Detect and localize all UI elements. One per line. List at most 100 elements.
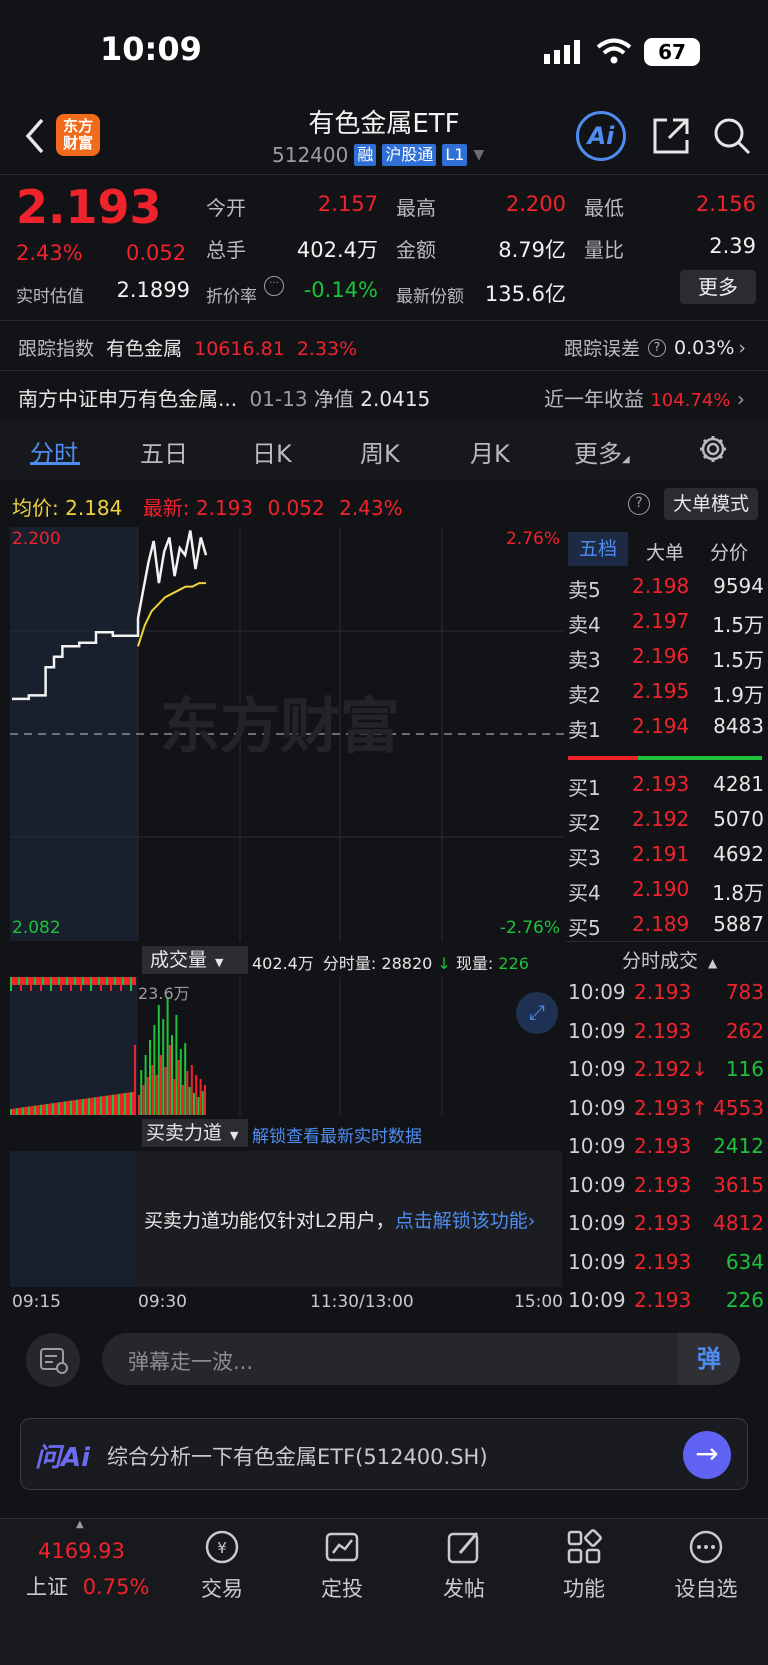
index-row[interactable]: 上证 0.75% — [26, 1571, 149, 1601]
ask-level: 卖5 — [568, 578, 601, 602]
tab-big-order[interactable]: 大单 — [646, 538, 684, 565]
info-dots-icon[interactable]: ··· — [264, 276, 284, 296]
tab-daily-k[interactable]: 日K — [252, 434, 292, 469]
tracking-error[interactable]: 跟踪误差 ? 0.03% › — [564, 334, 746, 361]
bid-row[interactable]: 买1 2.193 4281 — [568, 772, 764, 801]
volume-bar — [82, 977, 84, 985]
volume-bar — [68, 1100, 70, 1115]
bid-volume: 4281 — [713, 772, 764, 796]
more-button[interactable]: 更多 — [680, 270, 756, 304]
volume-bar — [175, 1015, 178, 1115]
volume-bar — [24, 977, 26, 985]
change-amount: 0.052 — [126, 241, 187, 265]
settings-gear-icon[interactable] — [698, 434, 728, 464]
big-order-mode-button[interactable]: 大单模式 — [664, 488, 758, 520]
tab-weekly-k[interactable]: 周K — [360, 434, 400, 469]
bid-row[interactable]: 买3 2.191 4692 — [568, 842, 764, 871]
danmu-input[interactable]: 弹幕走一波... 弹 — [102, 1333, 740, 1385]
volume-bar — [102, 977, 104, 985]
bid-level: 买5 — [568, 916, 601, 940]
volume-bar — [70, 977, 72, 991]
volume-bar — [84, 1098, 86, 1115]
trades-title[interactable]: 分时成交 ▲ — [622, 946, 717, 973]
tracking-row[interactable]: 跟踪指数 有色金属 10616.81 2.33% — [18, 334, 357, 361]
force-message[interactable]: 买卖力道功能仅针对L2用户，点击解锁该功能› — [144, 1206, 535, 1233]
unlock-link[interactable]: 解锁查看最新实时数据 — [252, 1122, 422, 1147]
nav-trade[interactable]: ¥ 交易 — [172, 1529, 272, 1603]
ask-row[interactable]: 卖4 2.197 1.5万 — [568, 609, 764, 638]
trade-price: 2.193 — [634, 1249, 692, 1274]
ask-row[interactable]: 卖3 2.196 1.5万 — [568, 644, 764, 673]
volume-bar — [50, 1103, 52, 1115]
nav-functions[interactable]: 功能 — [534, 1529, 634, 1603]
volume-bar — [128, 1092, 130, 1115]
bid-row[interactable]: 买2 2.192 5070 — [568, 807, 764, 836]
volume-bar — [58, 1102, 60, 1115]
volume-bar — [30, 977, 32, 991]
volume-bar — [28, 1106, 30, 1115]
trade-row: 10:09 2.193 2412 — [568, 1134, 764, 1158]
tab-five-levels[interactable]: 五档 — [568, 532, 628, 566]
help-icon[interactable]: ? — [628, 493, 650, 515]
nav-functions-label: 功能 — [563, 1577, 605, 1601]
trade-time: 10:09 — [568, 1288, 626, 1312]
force-selector[interactable]: 买卖力道 ▼ — [142, 1119, 248, 1147]
tab-more[interactable]: 更多◢ — [574, 434, 630, 469]
volume-bar — [32, 977, 34, 985]
bid-row[interactable]: 买5 2.189 5887 — [568, 912, 764, 941]
volume-bar — [58, 977, 60, 985]
bid-level: 买3 — [568, 846, 601, 870]
fund-nav: 2.0415 — [360, 387, 431, 411]
tracking-error-value: 0.03% — [674, 336, 735, 359]
volume-bar — [48, 977, 50, 985]
volume-bar — [78, 977, 80, 985]
volume-bar — [72, 1100, 74, 1115]
volume-bar — [138, 1095, 140, 1115]
open-value: 2.157 — [317, 192, 378, 216]
search-icon[interactable] — [712, 116, 752, 156]
volume-bar — [78, 1099, 80, 1115]
ask-row[interactable]: 卖2 2.195 1.9万 — [568, 679, 764, 708]
volume-bar — [108, 1095, 110, 1115]
volume-bar — [30, 1106, 32, 1115]
nav-invest-plan[interactable]: 定投 — [292, 1529, 392, 1603]
now-volume-label: 现量: — [455, 954, 494, 973]
volume-bar — [157, 1005, 160, 1115]
bid-row[interactable]: 买4 2.190 1.8万 — [568, 877, 764, 906]
volume-bar — [179, 1049, 182, 1115]
security-code-row[interactable]: 512400 融 沪股通 L1 ▼ — [272, 143, 484, 167]
volume-bar — [160, 1055, 162, 1115]
volume-selector[interactable]: 成交量 ▼ — [142, 946, 248, 974]
volume-bar — [88, 977, 90, 985]
tab-five-day[interactable]: 五日 — [140, 434, 188, 469]
trade-time: 10:09 — [568, 1211, 626, 1235]
last-price: 2.193 — [16, 180, 162, 234]
danmu-send-button[interactable]: 弹 — [678, 1333, 740, 1385]
index-value[interactable]: 4169.93 — [38, 1539, 125, 1563]
tab-monthly-k[interactable]: 月K — [470, 434, 510, 469]
trade-row: 10:09 2.193 4812 — [568, 1211, 764, 1235]
volume-bar — [50, 977, 52, 991]
nav-add-watchlist[interactable]: 设自选 — [656, 1529, 756, 1603]
trade-row: 10:09 2.192↓ 116 — [568, 1057, 764, 1081]
fund-return[interactable]: 近一年收益 104.74% › — [544, 383, 745, 412]
expand-icon[interactable]: ⤢ — [516, 992, 558, 1034]
tab-price-dist[interactable]: 分价 — [710, 538, 748, 565]
ask-row[interactable]: 卖5 2.198 9594 — [568, 574, 764, 603]
intraday-chart[interactable]: 东方财富 — [10, 527, 564, 941]
ask-row[interactable]: 卖1 2.194 8483 — [568, 714, 764, 743]
share-icon[interactable] — [651, 116, 691, 156]
ai-button[interactable]: Ai — [576, 111, 626, 161]
force-unlock-link[interactable]: 点击解锁该功能 — [395, 1210, 528, 1232]
volume-bar — [122, 1093, 124, 1115]
pct-axis-bottom: -2.76% — [499, 918, 560, 938]
ask-ai-bar[interactable]: 问Ai 综合分析一下有色金属ETF(512400.SH) → — [20, 1418, 748, 1490]
fund-row[interactable]: 南方中证申万有色金属... 01-13 净值 2.0415 — [18, 383, 430, 412]
ask-ai-send-icon[interactable]: → — [683, 1431, 731, 1479]
ask-level: 卖1 — [568, 718, 601, 742]
ask-volume: 8483 — [713, 714, 764, 738]
volume-bar — [46, 1103, 48, 1115]
nav-post[interactable]: 发帖 — [414, 1529, 514, 1603]
danmu-settings-button[interactable] — [26, 1333, 80, 1387]
volume-bar — [80, 1099, 82, 1115]
